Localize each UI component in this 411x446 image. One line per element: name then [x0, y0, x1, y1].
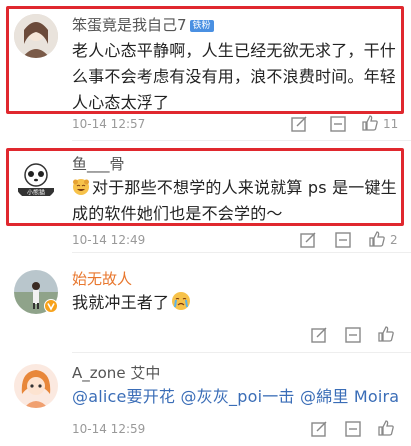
avatar[interactable] — [14, 364, 58, 408]
username[interactable]: 笨蛋竟是我自己7 铁粉 — [72, 16, 214, 34]
username[interactable]: 始无故人 — [72, 270, 132, 288]
edit-icon[interactable] — [290, 115, 308, 133]
username[interactable]: 鱼___骨 — [72, 155, 125, 173]
comment-4: A_zone 艾中 @alice要开花 @灰灰_poi一击 @綿里 Moira … — [0, 356, 411, 446]
timestamp: 10-14 12:49 — [72, 233, 146, 247]
edit-icon[interactable] — [310, 420, 328, 438]
divider — [72, 352, 411, 353]
comment-icon[interactable] — [334, 231, 352, 249]
like-icon[interactable] — [377, 325, 395, 343]
comment-icon[interactable] — [344, 420, 362, 438]
edit-icon[interactable] — [310, 326, 328, 344]
comment-text: 老人心态平静啊，人生已经无欲无求了，干什么事不会考虑有没有用，浪不浪费时间。年轻… — [72, 41, 397, 112]
timestamp: 10-14 12:59 — [72, 422, 146, 436]
mention-link[interactable]: @綿里 Moira — [300, 387, 399, 406]
like-icon[interactable] — [368, 230, 386, 248]
mention-link[interactable]: @alice要开花 — [72, 387, 175, 406]
like-count: 2 — [390, 233, 398, 247]
comment-text: 我就冲王者了 — [72, 290, 398, 316]
comment-1: 笨蛋竟是我自己7 铁粉 老人心态平静啊，人生已经无欲无求了，干什么事不会考虑有没有… — [0, 0, 411, 140]
avatar[interactable] — [14, 14, 58, 58]
emoji-cry-icon — [172, 292, 191, 310]
mention-link[interactable]: @灰灰_poi一击 — [180, 387, 294, 406]
fan-badge: 铁粉 — [189, 20, 214, 32]
comment-icon[interactable] — [344, 326, 362, 344]
edit-icon[interactable] — [299, 231, 317, 249]
comment-icon[interactable] — [329, 115, 347, 133]
avatar[interactable]: 小熊猫 — [14, 157, 58, 201]
comment-2: 小熊猫 鱼___骨 对于那些不想学的人来说就算 ps 是一键生成的软件她们也是不… — [0, 145, 411, 250]
comment-text: @alice要开花 @灰灰_poi一击 @綿里 Moira — [72, 384, 402, 410]
emoji-laugh-icon — [73, 179, 89, 195]
comment-text: 对于那些不想学的人来说就算 ps 是一键生成的软件她们也是不会学的～ — [72, 178, 397, 223]
timestamp: 10-14 12:57 — [72, 117, 146, 131]
username[interactable]: A_zone 艾中 — [72, 364, 160, 382]
svg-text:小熊猫: 小熊猫 — [27, 189, 45, 197]
like-icon[interactable] — [377, 419, 395, 437]
divider — [72, 140, 411, 141]
like-count: 11 — [383, 117, 399, 131]
comment-3: 始无故人 我就冲王者了 — [0, 258, 411, 348]
divider — [72, 252, 411, 253]
like-icon[interactable] — [361, 114, 379, 132]
verified-v-icon — [44, 299, 58, 313]
